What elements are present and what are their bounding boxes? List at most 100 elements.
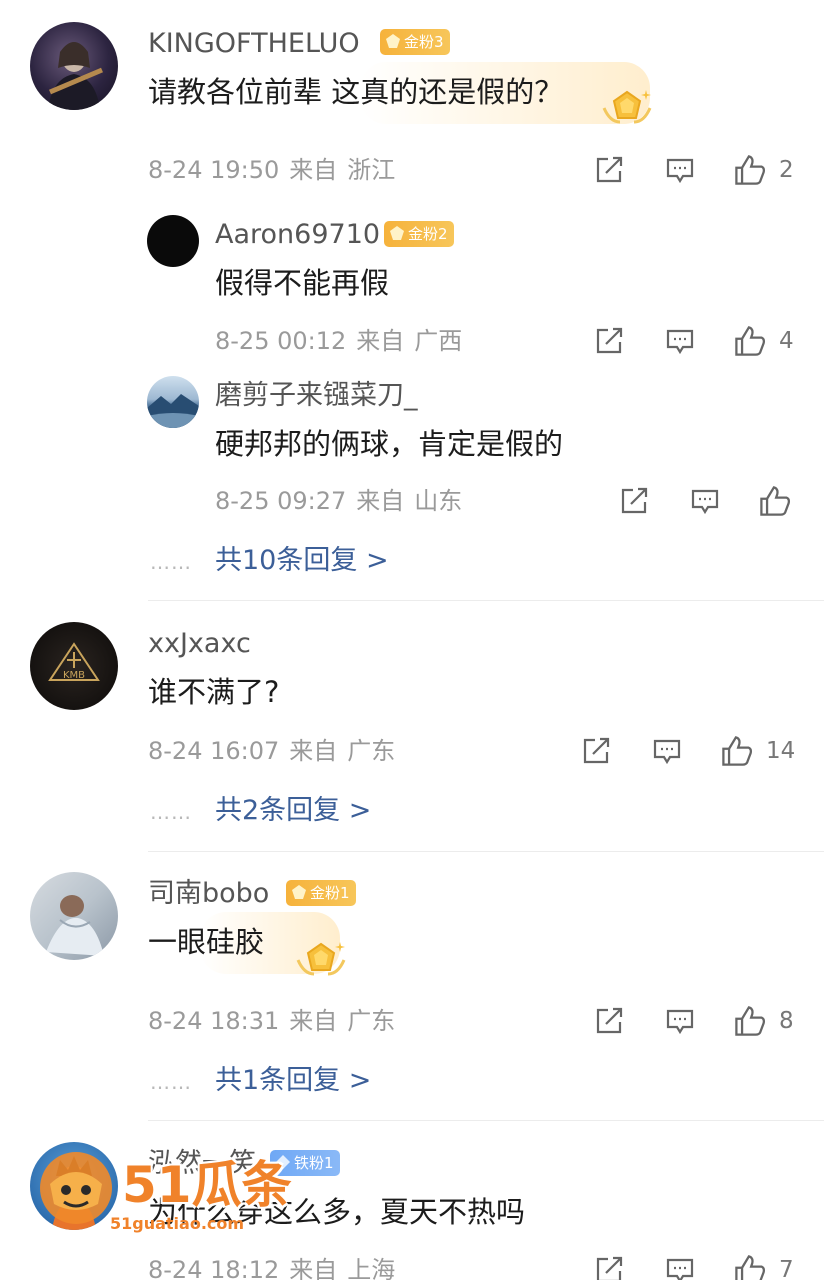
- more-replies-link[interactable]: 共1条回复 >: [215, 1067, 371, 1094]
- comment-button[interactable]: [690, 486, 720, 516]
- comment-icon: [666, 1258, 694, 1280]
- divider: [148, 1120, 824, 1121]
- like-count: 4: [779, 328, 794, 354]
- like-count: 7: [779, 1257, 794, 1280]
- like-button[interactable]: [733, 324, 767, 358]
- comment-text[interactable]: 谁不满了?: [148, 678, 279, 707]
- comment-meta: 8-24 16:07 来自 广东: [148, 739, 405, 763]
- comment-location: 浙江: [347, 156, 396, 184]
- like-button[interactable]: [758, 484, 792, 518]
- replies-dots: ……: [150, 1070, 192, 1094]
- user-name[interactable]: xxJxaxc: [148, 630, 251, 657]
- comment-from: 来自: [289, 737, 338, 765]
- comment-button[interactable]: [665, 155, 695, 185]
- share-button[interactable]: [594, 1006, 624, 1036]
- reply-text[interactable]: 假得不能再假: [215, 269, 389, 298]
- share-icon: [596, 327, 623, 354]
- fan-badge[interactable]: 金粉3: [380, 29, 450, 55]
- svg-text:KMB: KMB: [63, 670, 85, 681]
- reply-from: 来自: [356, 327, 405, 355]
- comment-date: 8-24 18:12: [148, 1256, 280, 1280]
- replies-dots: ……: [150, 550, 192, 574]
- share-button[interactable]: [594, 1255, 624, 1280]
- like-button[interactable]: [733, 153, 767, 187]
- comment-date: 8-24 19:50: [148, 156, 280, 184]
- share-icon: [621, 487, 648, 514]
- user-name[interactable]: Aaron69710: [215, 221, 380, 248]
- reply-location: 广西: [414, 327, 463, 355]
- like-button[interactable]: [733, 1004, 767, 1038]
- user-name[interactable]: 磨剪子来镪菜刀_: [215, 382, 418, 409]
- comment-date: 8-24 18:31: [148, 1007, 280, 1035]
- replies-dots: ……: [150, 800, 192, 824]
- like-button[interactable]: [720, 734, 754, 768]
- watermark-brand: 51瓜条: [122, 1156, 292, 1214]
- share-icon: [596, 1007, 623, 1034]
- watermark-logo: 51瓜条 51guatiao.com: [28, 1140, 292, 1240]
- comment-icon: [691, 489, 719, 515]
- user-name[interactable]: 司南bobo: [148, 880, 269, 907]
- comment-icon: [666, 1009, 694, 1035]
- share-icon: [596, 156, 623, 183]
- share-button[interactable]: [594, 326, 624, 356]
- comment-location: 广东: [347, 1007, 396, 1035]
- comment-from: 来自: [289, 1256, 338, 1280]
- fan-badge[interactable]: 金粉1: [286, 880, 356, 906]
- medal-icon: [602, 90, 652, 124]
- badge-label: 金粉2: [408, 225, 448, 243]
- like-button[interactable]: [733, 1253, 767, 1280]
- like-icon: [735, 326, 766, 356]
- more-replies-link[interactable]: 共10条回复 >: [215, 547, 389, 574]
- comment-location: 上海: [347, 1256, 396, 1280]
- watermark-url: 51guatiao.com: [110, 1214, 245, 1233]
- medal-icon: [296, 942, 346, 976]
- comment-icon: [666, 158, 694, 184]
- reply-meta: 8-25 09:27 来自 山东: [215, 489, 472, 513]
- gold-badge-icon: [390, 226, 404, 240]
- comment-meta: 8-24 18:12 来自 上海: [148, 1258, 405, 1280]
- like-icon: [735, 1255, 766, 1280]
- comment-date: 8-24 16:07: [148, 737, 280, 765]
- avatar[interactable]: [147, 376, 199, 428]
- reply-date: 8-25 00:12: [215, 327, 347, 355]
- avatar[interactable]: [30, 22, 118, 110]
- badge-label: 金粉3: [404, 33, 444, 51]
- like-icon: [760, 486, 791, 516]
- reply-from: 来自: [356, 487, 405, 515]
- gold-badge-icon: [292, 885, 306, 899]
- badge-label: 铁粉1: [294, 1154, 334, 1172]
- comment-location: 广东: [347, 737, 396, 765]
- badge-label: 金粉1: [310, 884, 350, 902]
- comment-button[interactable]: [665, 1255, 695, 1280]
- comment-icon: [653, 739, 681, 765]
- like-icon: [735, 1006, 766, 1036]
- like-count: 14: [766, 738, 796, 764]
- reply-text[interactable]: 硬邦邦的俩球，肯定是假的: [215, 430, 563, 459]
- like-count: 8: [779, 1008, 794, 1034]
- avatar[interactable]: [147, 215, 199, 267]
- share-button[interactable]: [619, 486, 649, 516]
- reply-location: 山东: [414, 487, 463, 515]
- comment-meta: 8-24 18:31 来自 广东: [148, 1009, 405, 1033]
- comment-button[interactable]: [652, 736, 682, 766]
- avatar[interactable]: [30, 872, 118, 960]
- avatar[interactable]: KMB: [30, 622, 118, 710]
- share-icon: [583, 737, 610, 764]
- comment-meta: 8-24 19:50 来自 浙江: [148, 158, 405, 182]
- user-name[interactable]: KINGOFTHELUO: [148, 30, 360, 57]
- share-button[interactable]: [581, 736, 611, 766]
- reply-date: 8-25 09:27: [215, 487, 347, 515]
- like-count: 2: [779, 157, 794, 183]
- fan-badge[interactable]: 金粉2: [384, 221, 454, 247]
- divider: [148, 851, 824, 852]
- divider: [148, 600, 824, 601]
- comment-button[interactable]: [665, 326, 695, 356]
- reply-meta: 8-25 00:12 来自 广西: [215, 329, 472, 353]
- comment-text[interactable]: 请教各位前辈 这真的还是假的？: [148, 78, 563, 107]
- like-icon: [722, 736, 753, 766]
- share-button[interactable]: [594, 155, 624, 185]
- share-icon: [596, 1256, 623, 1280]
- more-replies-link[interactable]: 共2条回复 >: [215, 797, 371, 824]
- comment-text[interactable]: 一眼硅胶: [148, 928, 264, 957]
- comment-button[interactable]: [665, 1006, 695, 1036]
